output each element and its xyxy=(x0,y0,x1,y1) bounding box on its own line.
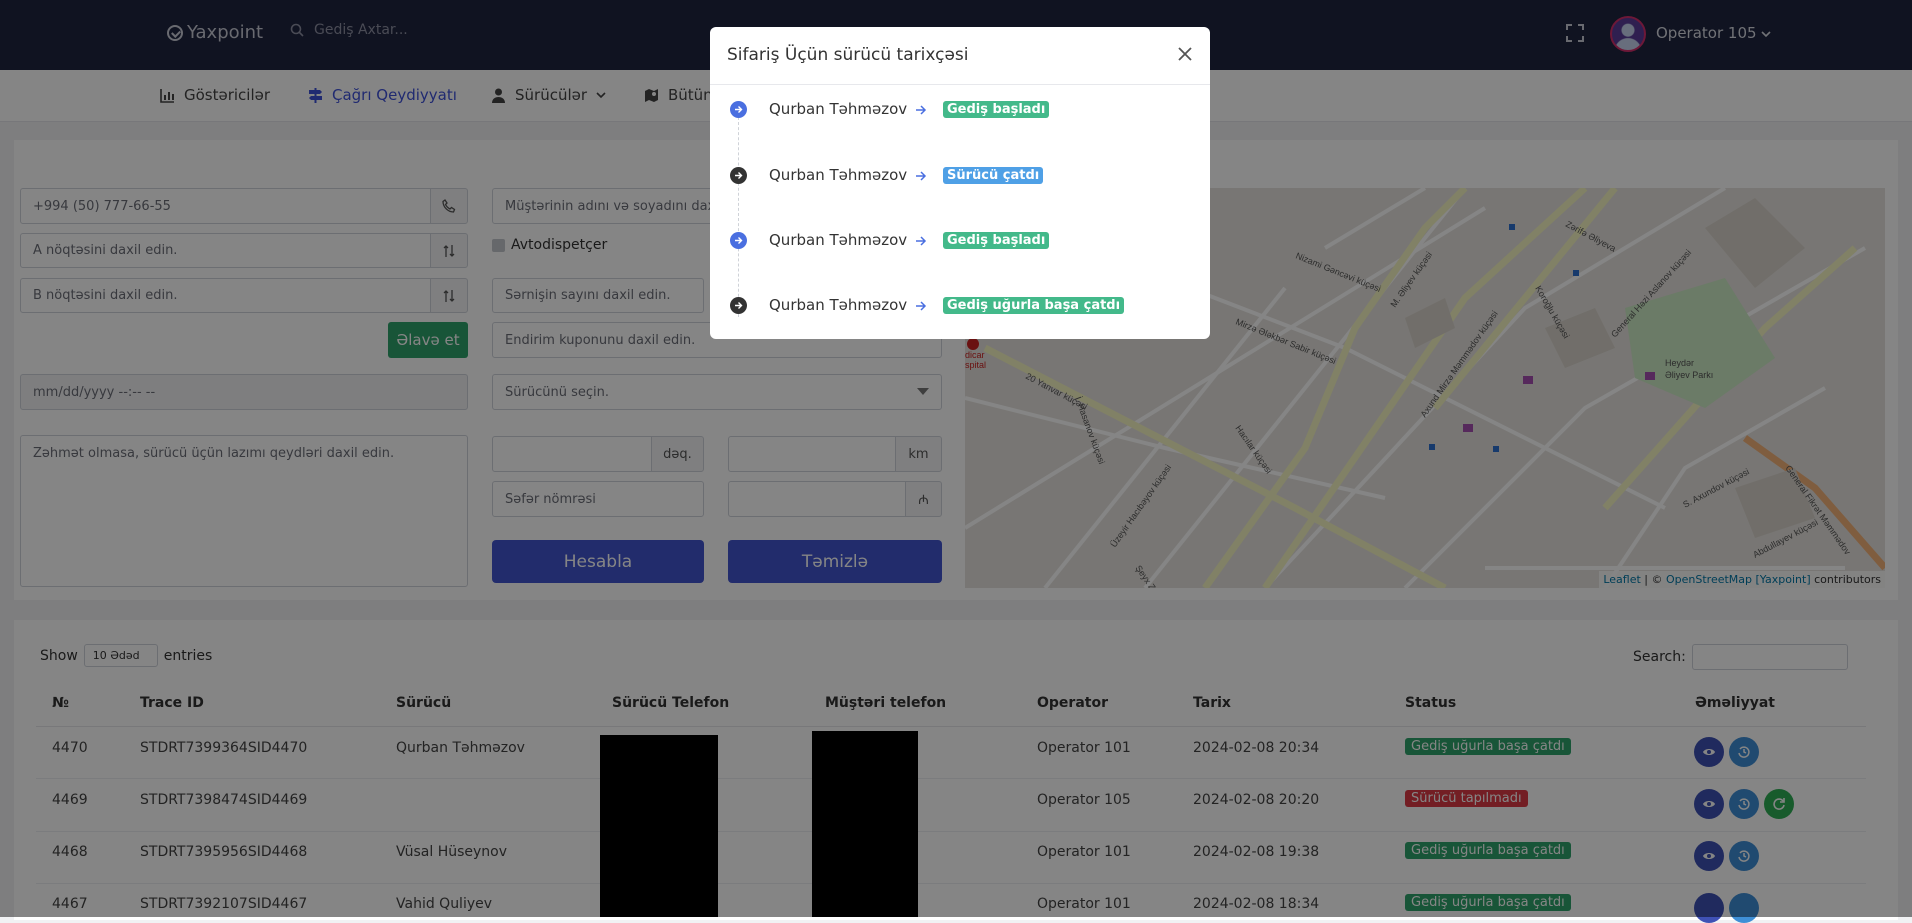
arrow-right-icon xyxy=(916,171,927,181)
close-icon[interactable] xyxy=(1177,46,1193,62)
arrow-right-icon xyxy=(735,106,743,113)
arrow-right-icon xyxy=(916,301,927,311)
history-driver: Qurban Təhməzov xyxy=(769,166,908,184)
timeline-dot xyxy=(730,232,747,249)
history-status-badge: Gediş başladı xyxy=(943,232,1050,249)
arrow-right-icon xyxy=(735,237,743,244)
history-driver: Qurban Təhməzov xyxy=(769,100,908,118)
arrow-right-icon xyxy=(916,105,927,115)
arrow-right-icon xyxy=(735,172,743,179)
driver-history-modal: Sifariş Üçün sürücü tarixçəsi Qurban Təh… xyxy=(710,27,1210,339)
timeline-dot xyxy=(730,297,747,314)
history-driver: Qurban Təhməzov xyxy=(769,296,908,314)
timeline-dot xyxy=(730,167,747,184)
timeline-dot xyxy=(730,101,747,118)
timeline-line xyxy=(738,117,739,317)
arrow-right-icon xyxy=(916,236,927,246)
history-driver: Qurban Təhməzov xyxy=(769,231,908,249)
modal-divider xyxy=(710,84,1210,85)
modal-title: Sifariş Üçün sürücü tarixçəsi xyxy=(727,45,969,65)
arrow-right-icon xyxy=(735,302,743,309)
history-status-badge: Gediş uğurla başa çatdı xyxy=(943,297,1125,314)
history-status-badge: Gediş başladı xyxy=(943,101,1050,118)
history-status-badge: Sürücü çatdı xyxy=(943,167,1044,184)
